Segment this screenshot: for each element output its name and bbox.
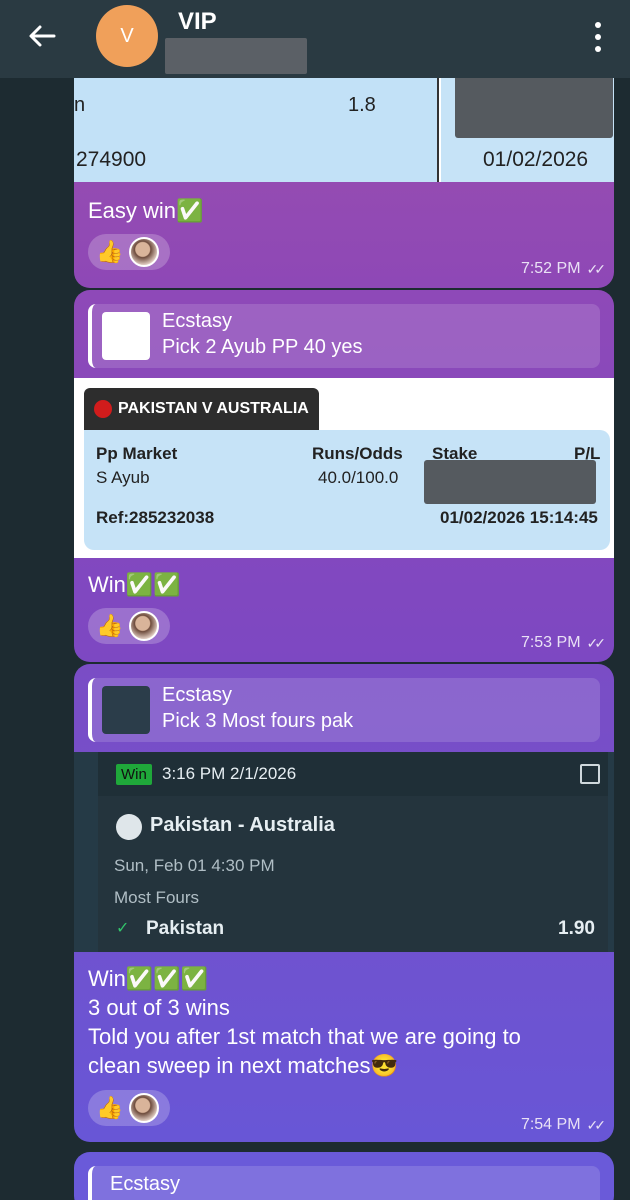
slip-number: 274900 <box>76 148 147 171</box>
message-time: 7:52 PM ✓✓ <box>520 260 607 278</box>
message-text-line1: Win✅✅✅ <box>88 966 209 991</box>
reactions[interactable]: 👍 <box>88 608 170 644</box>
runs-odds: 40.0/100.0 <box>318 468 399 487</box>
message-text-line2: 3 out of 3 wins <box>88 995 230 1020</box>
receipt-search-icon[interactable] <box>580 764 600 784</box>
match-tab: PAKISTAN V AUSTRALIA <box>84 388 319 430</box>
quote-text: Pick 2 Ayub PP 40 yes <box>162 336 363 358</box>
quote-author: Ecstasy <box>110 1173 181 1195</box>
chat-title[interactable]: VIP <box>178 8 217 36</box>
quote-author: Ecstasy <box>162 310 233 332</box>
win-badge: Win <box>116 764 152 785</box>
bet-timestamp: 3:16 PM 2/1/2026 <box>162 764 297 783</box>
message-bubble[interactable]: Ecstasy <box>74 1152 614 1200</box>
market-name: Most Fours <box>114 888 200 907</box>
bet-ref: Ref:285232038 <box>96 508 215 527</box>
reaction-pill[interactable]: 👍 <box>88 608 170 644</box>
reply-quote[interactable]: Ecstasy Pick 3 Most fours pak <box>88 678 600 742</box>
bet-card-image[interactable]: Win 3:16 PM 2/1/2026 Pakistan - Australi… <box>74 752 614 952</box>
read-ticks-icon: ✓✓ <box>586 634 607 651</box>
chat-header: V VIP <box>0 0 630 78</box>
odds-value: 1.90 <box>558 918 595 939</box>
chat-avatar[interactable]: V <box>96 5 158 67</box>
message-text: Easy win✅ <box>88 198 204 223</box>
reply-quote[interactable]: Ecstasy <box>88 1166 600 1200</box>
back-arrow-icon[interactable] <box>26 20 58 52</box>
reactor-avatar <box>129 237 160 267</box>
bet-slip-image[interactable]: n 1.8 274900 01/02/2026 <box>74 60 614 182</box>
quote-text: Pick 3 Most fours pak <box>162 710 354 732</box>
thumbs-up-icon: 👍 <box>96 613 124 638</box>
message-bubble[interactable]: Ecstasy Pick 3 Most fours pak Win 3:16 P… <box>74 664 614 1142</box>
read-ticks-icon: ✓✓ <box>586 1116 607 1133</box>
read-ticks-icon: ✓✓ <box>586 260 607 277</box>
redacted-block <box>424 460 596 504</box>
slip-right-panel: 01/02/2026 <box>441 60 614 182</box>
reaction-pill[interactable]: 👍 <box>88 234 170 270</box>
message-text-line3: Told you after 1st match that we are goi… <box>88 1024 521 1049</box>
slip-date: 01/02/2026 <box>483 148 589 171</box>
quote-author: Ecstasy <box>162 684 233 706</box>
thumbs-up-icon: 👍 <box>96 239 124 264</box>
player-name: S Ayub <box>96 468 150 487</box>
match-title: PAKISTAN V AUSTRALIA <box>118 400 309 417</box>
slip-card: Pp Market Runs/Odds Stake P/L S Ayub 40.… <box>84 430 610 550</box>
check-icon: ✓ <box>116 920 130 937</box>
reaction-pill[interactable]: 👍 <box>88 1090 170 1126</box>
slip-odds: 1.8 <box>348 94 376 116</box>
slip-left-panel: n 1.8 274900 <box>74 60 439 182</box>
avatar-letter: V <box>120 24 134 47</box>
message-time: 7:54 PM ✓✓ <box>520 1116 607 1134</box>
redacted-subtitle <box>165 38 307 74</box>
match-title: Pakistan - Australia <box>150 814 335 836</box>
more-options-icon[interactable] <box>592 22 604 52</box>
slip-fragment-n: n <box>74 94 86 116</box>
thumbs-up-icon: 👍 <box>96 1095 124 1120</box>
sport-icon <box>116 814 142 840</box>
col-market: Pp Market <box>96 444 178 463</box>
message-text-line4: clean sweep in next matches😎 <box>88 1053 398 1078</box>
reactor-avatar <box>129 1093 160 1123</box>
reactions[interactable]: 👍 <box>88 1090 170 1126</box>
message-text: Win✅✅ <box>88 572 181 597</box>
col-runs: Runs/Odds <box>312 444 403 463</box>
message-bubble[interactable]: n 1.8 274900 01/02/2026 Easy win✅ 👍 7:52… <box>74 60 614 288</box>
time-text: 7:54 PM <box>520 1116 581 1133</box>
quote-thumbnail <box>102 686 150 734</box>
reactions[interactable]: 👍 <box>88 234 170 270</box>
message-time: 7:53 PM ✓✓ <box>520 634 607 652</box>
bet-slip-image[interactable]: PAKISTAN V AUSTRALIA Pp Market Runs/Odds… <box>74 378 614 558</box>
reactor-avatar <box>129 611 160 641</box>
match-date: Sun, Feb 01 4:30 PM <box>114 856 275 875</box>
bet-datetime: 01/02/2026 15:14:45 <box>440 508 598 527</box>
quote-thumbnail <box>102 312 150 360</box>
reply-quote[interactable]: Ecstasy Pick 2 Ayub PP 40 yes <box>88 304 600 368</box>
selection: Pakistan <box>146 918 225 939</box>
message-bubble[interactable]: Ecstasy Pick 2 Ayub PP 40 yes PAKISTAN V… <box>74 290 614 662</box>
cricket-ball-icon <box>94 400 112 418</box>
time-text: 7:52 PM <box>520 260 581 277</box>
time-text: 7:53 PM <box>520 634 581 651</box>
